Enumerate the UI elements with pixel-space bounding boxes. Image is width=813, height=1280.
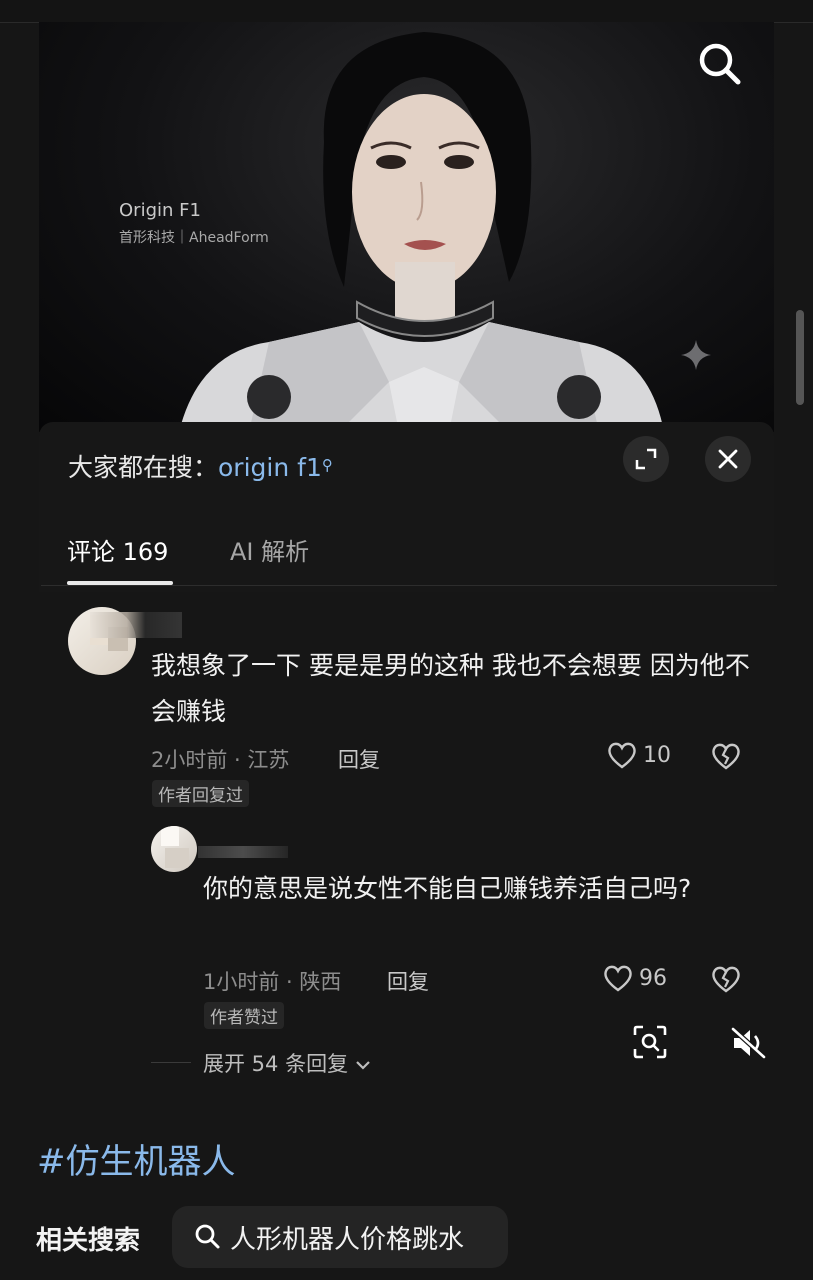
author-replied-badge: 作者回复过 bbox=[152, 780, 249, 807]
scan-search-icon bbox=[633, 1025, 667, 1059]
dislike-button[interactable] bbox=[710, 964, 742, 998]
expand-divider bbox=[151, 1062, 191, 1063]
search-suggestion-prefix: 大家都在搜： bbox=[68, 453, 219, 482]
like-count: 10 bbox=[643, 742, 671, 768]
close-button[interactable] bbox=[705, 436, 751, 482]
top-status-bar bbox=[0, 0, 813, 23]
related-search-chip[interactable]: 人形机器人价格跳水 bbox=[172, 1206, 508, 1268]
heart-icon bbox=[608, 742, 636, 769]
search-icon bbox=[195, 1224, 220, 1249]
video-player[interactable]: Origin F1 首形科技｜AheadForm bbox=[39, 22, 774, 432]
brand-title: Origin F1 bbox=[119, 200, 201, 221]
expand-replies-label: 展开 54 条回复 bbox=[203, 1052, 349, 1076]
mute-icon bbox=[731, 1027, 766, 1059]
broken-heart-icon bbox=[712, 966, 740, 993]
heart-icon bbox=[604, 965, 632, 992]
related-search-label: 相关搜索 bbox=[36, 1226, 141, 1256]
author-liked-badge: 作者赞过 bbox=[204, 1002, 284, 1029]
comment-text: 我想象了一下 要是是男的这种 我也不会想要 因为他不会赚钱 bbox=[151, 651, 750, 726]
reply-button[interactable]: 回复 bbox=[387, 966, 429, 996]
visual-search-button[interactable] bbox=[632, 1024, 668, 1064]
sparkle-icon bbox=[681, 340, 711, 370]
close-icon bbox=[718, 449, 738, 469]
tab-ai-analysis[interactable]: AI 解析 bbox=[230, 532, 309, 567]
dislike-button[interactable] bbox=[710, 741, 742, 775]
expand-icon bbox=[635, 448, 657, 470]
broken-heart-icon bbox=[712, 743, 740, 770]
comment-meta: 2小时前 · 江苏 bbox=[151, 748, 290, 772]
small-search-icon: ⚲ bbox=[321, 456, 333, 474]
hashtag-link[interactable]: #仿生机器人 bbox=[37, 1134, 236, 1183]
tabs-divider bbox=[41, 585, 777, 586]
reply-button[interactable]: 回复 bbox=[338, 744, 380, 774]
chevron-down-icon bbox=[355, 1061, 370, 1070]
search-suggestion-keyword[interactable]: origin f1 bbox=[218, 453, 322, 482]
related-search-query: 人形机器人价格跳水 bbox=[230, 1224, 465, 1255]
expand-replies-button[interactable]: 展开 54 条回复 bbox=[203, 1048, 371, 1078]
expand-button[interactable] bbox=[623, 436, 669, 482]
brand-subtitle: 首形科技｜AheadForm bbox=[119, 230, 269, 246]
mute-button[interactable] bbox=[730, 1026, 768, 1064]
username-redacted bbox=[90, 612, 182, 638]
like-button[interactable]: 96 bbox=[603, 964, 667, 992]
tab-comments[interactable]: 评论 169 bbox=[67, 532, 168, 567]
search-button[interactable] bbox=[696, 40, 746, 90]
avatar[interactable] bbox=[151, 826, 197, 872]
like-count: 96 bbox=[639, 965, 667, 991]
username-redacted bbox=[198, 846, 288, 858]
search-suggestion[interactable]: 大家都在搜：origin f1⚲ bbox=[68, 448, 333, 484]
search-icon bbox=[699, 43, 741, 85]
comment-meta: 1小时前 · 陕西 bbox=[203, 970, 342, 994]
page-scrollbar[interactable] bbox=[796, 310, 804, 405]
like-button[interactable]: 10 bbox=[607, 741, 671, 769]
comment-text: 你的意思是说女性不能自己赚钱养活自己吗? bbox=[203, 874, 692, 903]
